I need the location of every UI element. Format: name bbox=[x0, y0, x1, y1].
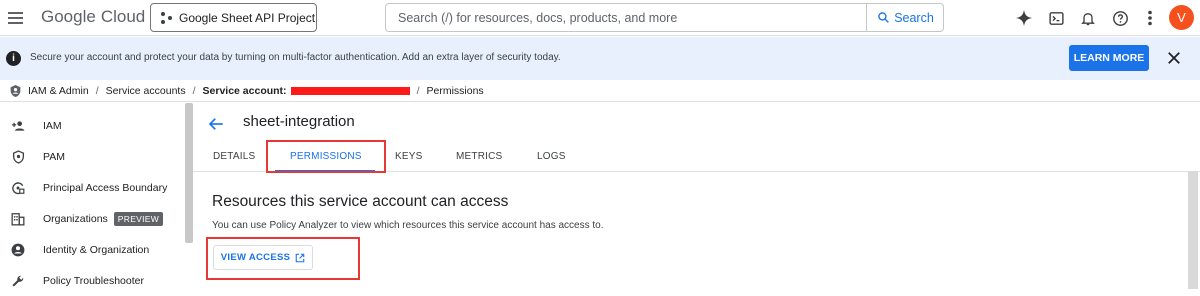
project-picker-button[interactable]: Google Sheet API Project bbox=[150, 3, 317, 32]
back-arrow-icon[interactable] bbox=[207, 115, 225, 133]
tab-logs[interactable]: LOGS bbox=[537, 151, 566, 162]
close-icon[interactable] bbox=[1165, 49, 1183, 67]
info-icon: i bbox=[6, 51, 21, 66]
main-scrollbar[interactable] bbox=[1188, 171, 1198, 289]
boundary-icon bbox=[10, 180, 26, 196]
open-in-new-icon bbox=[295, 253, 305, 262]
section-title: Resources this service account can acces… bbox=[212, 193, 509, 210]
shield-icon bbox=[10, 149, 26, 165]
sidebar-item-label: Principal Access Boundary bbox=[43, 182, 168, 194]
sidebar-item-label: Policy Troubleshooter bbox=[43, 275, 144, 287]
breadcrumb-permissions: Permissions bbox=[426, 85, 484, 97]
project-icon bbox=[161, 11, 173, 24]
view-access-label: VIEW ACCESS bbox=[220, 252, 291, 263]
account-circle-icon bbox=[10, 242, 26, 258]
breadcrumb-iam-admin[interactable]: IAM & Admin bbox=[28, 85, 89, 97]
sidebar-item-principal-access-boundary[interactable]: Principal Access Boundary bbox=[0, 173, 185, 203]
sidebar-item-iam[interactable]: IAM bbox=[0, 111, 185, 141]
permissions-tab-highlight bbox=[266, 140, 386, 173]
sidebar: IAM PAM Principal Access Boundary Organi… bbox=[0, 103, 185, 289]
sidebar-item-label: PAM bbox=[43, 151, 65, 163]
sidebar-item-pam[interactable]: PAM bbox=[0, 142, 185, 172]
search-input[interactable] bbox=[386, 4, 866, 31]
project-name: Google Sheet API Project bbox=[179, 10, 316, 25]
top-bar: Google Cloud Google Sheet API Project Sea… bbox=[0, 0, 1200, 36]
building-icon bbox=[10, 211, 26, 227]
breadcrumb-separator: / bbox=[416, 85, 420, 97]
sidebar-item-label: IAM bbox=[43, 120, 62, 132]
banner-message: Secure your account and protect your dat… bbox=[30, 52, 561, 63]
breadcrumb-service-accounts[interactable]: Service accounts bbox=[106, 85, 186, 97]
section-description: You can use Policy Analyzer to view whic… bbox=[212, 220, 604, 231]
tab-keys[interactable]: KEYS bbox=[395, 151, 422, 162]
shield-person-icon bbox=[10, 85, 21, 97]
tab-details[interactable]: DETAILS bbox=[213, 151, 255, 162]
logo-google: Google bbox=[41, 7, 96, 26]
breadcrumb-service-account-label: Service account: bbox=[202, 85, 287, 97]
organizations-label: Organizations bbox=[43, 213, 108, 225]
preview-badge: PREVIEW bbox=[113, 212, 164, 226]
help-icon[interactable] bbox=[1110, 8, 1130, 28]
wrench-icon bbox=[10, 273, 26, 289]
avatar[interactable]: V bbox=[1169, 5, 1194, 30]
gemini-sparkle-icon[interactable] bbox=[1014, 8, 1034, 28]
view-access-button[interactable]: VIEW ACCESS bbox=[213, 245, 313, 270]
sidebar-item-policy-troubleshooter[interactable]: Policy Troubleshooter bbox=[0, 266, 185, 296]
search-button-label: Search bbox=[894, 10, 934, 25]
search-icon bbox=[878, 12, 890, 23]
sidebar-item-label: Identity & Organization bbox=[43, 244, 150, 256]
sidebar-item-organizations[interactable]: Organizations PREVIEW bbox=[0, 204, 185, 234]
tab-metrics[interactable]: METRICS bbox=[456, 151, 502, 162]
search-bar: Search bbox=[385, 3, 944, 32]
logo-cloud: Cloud bbox=[100, 7, 146, 26]
breadcrumb-separator: / bbox=[95, 85, 99, 97]
google-cloud-logo[interactable]: Google Cloud bbox=[41, 7, 145, 27]
learn-more-button[interactable]: LEARN MORE bbox=[1069, 45, 1149, 71]
mfa-banner: i Secure your account and protect your d… bbox=[0, 37, 1200, 80]
more-vert-icon[interactable] bbox=[1140, 8, 1160, 28]
main-content: sheet-integration DETAILS PERMISSIONS KE… bbox=[193, 103, 1200, 289]
breadcrumb: IAM & Admin / Service accounts / Service… bbox=[0, 81, 1200, 102]
page-title: sheet-integration bbox=[243, 113, 355, 130]
search-button[interactable]: Search bbox=[866, 4, 944, 31]
menu-icon[interactable] bbox=[6, 8, 26, 28]
sidebar-item-label: Organizations PREVIEW bbox=[43, 212, 164, 226]
breadcrumb-separator: / bbox=[192, 85, 196, 97]
sidebar-item-identity-organization[interactable]: Identity & Organization bbox=[0, 235, 185, 265]
cloud-shell-icon[interactable] bbox=[1046, 8, 1066, 28]
person-add-icon bbox=[10, 118, 26, 134]
sidebar-scrollbar[interactable] bbox=[185, 103, 193, 243]
redacted-service-account bbox=[290, 87, 410, 95]
notifications-icon[interactable] bbox=[1078, 8, 1098, 28]
